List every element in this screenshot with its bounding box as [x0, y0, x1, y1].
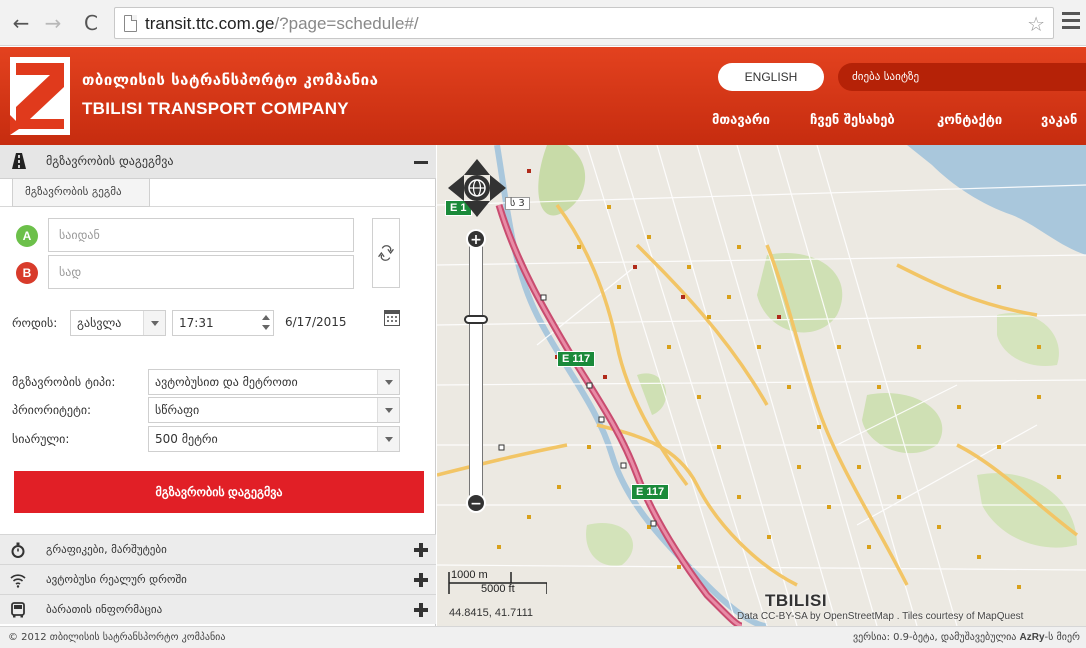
- origin-input[interactable]: საიდან: [48, 218, 354, 252]
- bookmark-star-icon[interactable]: ☆: [1027, 12, 1045, 36]
- chevron-down-icon: [143, 311, 165, 335]
- logo-mark-icon: [10, 57, 70, 135]
- destination-input[interactable]: სად: [48, 255, 354, 289]
- accordion-label: ბარათის ინფორმაცია: [46, 603, 163, 616]
- zoom-slider-handle[interactable]: [464, 315, 488, 324]
- address-bar[interactable]: transit.ttc.com.ge/?page=schedule#/ ☆: [114, 7, 1054, 39]
- swap-origin-destination-button[interactable]: [372, 218, 400, 288]
- nav-item-contact[interactable]: კონტაქტი: [937, 113, 1002, 128]
- accordion-label: ავტობუსი რეალურ დროში: [46, 573, 187, 586]
- developer-link[interactable]: AzRy: [1020, 632, 1045, 643]
- company-logo[interactable]: [10, 57, 70, 135]
- copyright-text: © 2012 თბილისის სატრანსპორტო კომპანია: [8, 632, 226, 643]
- trip-planner-title: მგზავრობის დაგეგმვა: [46, 154, 174, 168]
- plan-trip-button[interactable]: მგზავრობის დაგეგმვა: [14, 471, 424, 513]
- scale-feet-label: 5000 ft: [481, 583, 515, 595]
- cursor-coordinates: 44.8415, 41.7111: [449, 607, 534, 619]
- chevron-down-icon: [377, 370, 399, 394]
- accordion-card-info[interactable]: ბარათის ინფორმაცია: [0, 594, 436, 624]
- accordion-schedules-routes[interactable]: გრაფიკები, მარშუტები: [0, 534, 436, 564]
- nav-item-vacancies[interactable]: ვაკან: [1041, 113, 1077, 128]
- expand-plus-icon[interactable]: [414, 543, 428, 557]
- trip-planner-header[interactable]: მგზავრობის დაგეგმვა: [0, 145, 436, 179]
- accordion-realtime-bus[interactable]: ავტობუსი რეალურ დროში: [0, 564, 436, 594]
- zoom-out-button[interactable]: −: [466, 493, 486, 513]
- site-search-input[interactable]: ძიება საიტზე: [838, 63, 1086, 91]
- collapse-minus-icon[interactable]: [414, 161, 428, 164]
- brand-title-english: TBILISI TRANSPORT COMPANY: [82, 99, 349, 118]
- reload-icon[interactable]: C: [78, 10, 104, 36]
- trip-type-label: მგზავრობის ტიპი:: [12, 375, 116, 389]
- road-icon: [12, 153, 26, 169]
- zoom-in-button[interactable]: +: [466, 229, 486, 249]
- walking-distance-select[interactable]: 500 მეტრი: [148, 426, 400, 452]
- highway-shield-e117: E 117: [557, 351, 596, 367]
- hamburger-menu-icon[interactable]: [1062, 12, 1080, 30]
- site-header: თბილისის სატრანსპორტო კომპანია TBILISI T…: [0, 47, 1086, 145]
- calendar-icon[interactable]: [384, 310, 400, 326]
- route-number-label: ს 3: [505, 197, 530, 210]
- url-text[interactable]: transit.ttc.com.ge/?page=schedule#/: [145, 14, 419, 34]
- priority-label: პრიორიტეტი:: [12, 403, 92, 417]
- back-arrow-icon[interactable]: ←: [8, 10, 34, 36]
- english-language-button[interactable]: ENGLISH: [718, 63, 824, 91]
- time-stepper[interactable]: 17:31: [172, 310, 274, 336]
- brand-title-georgian: თბილისის სატრანსპორტო კომპანია: [82, 71, 379, 89]
- page-footer: © 2012 თბილისის სატრანსპორტო კომპანია ვე…: [0, 626, 1086, 648]
- destination-marker-icon: B: [16, 262, 38, 284]
- trip-planner-panel: მგზავრობის დაგეგმვა მგზავრობის გეგმა A ს…: [0, 145, 436, 626]
- wifi-icon: [10, 574, 26, 588]
- departure-mode-select[interactable]: გასვლა: [70, 310, 166, 336]
- map-attribution[interactable]: Data CC-BY-SA by OpenStreetMap . Tiles c…: [737, 611, 1023, 622]
- swap-arrows-icon: [378, 245, 394, 261]
- walking-distance-label: სიარული:: [12, 432, 70, 446]
- map-tiles[interactable]: [437, 145, 1086, 626]
- stopwatch-icon: [11, 542, 25, 558]
- trip-type-select[interactable]: ავტობუსით და მეტროთი: [148, 369, 400, 395]
- tab-trip-plan[interactable]: მგზავრობის გეგმა: [12, 179, 150, 207]
- city-label: TBILISI: [765, 591, 828, 610]
- map-pan-control[interactable]: [446, 157, 508, 219]
- origin-marker-icon: A: [16, 225, 38, 247]
- nav-item-home[interactable]: მთავარი: [712, 113, 770, 128]
- chevron-down-icon: [377, 398, 399, 422]
- expand-plus-icon[interactable]: [414, 603, 428, 617]
- highway-shield-e117: E 117: [631, 484, 670, 500]
- chevron-down-icon: [377, 427, 399, 451]
- browser-toolbar: ← → C transit.ttc.com.ge/?page=schedule#…: [0, 0, 1086, 46]
- page-icon: [124, 15, 137, 32]
- expand-plus-icon[interactable]: [414, 573, 428, 587]
- accordion-label: გრაფიკები, მარშუტები: [46, 543, 167, 556]
- date-field[interactable]: 6/17/2015: [281, 310, 379, 336]
- bus-icon: [11, 602, 25, 618]
- when-label: როდის:: [12, 316, 58, 330]
- zoom-slider[interactable]: [469, 229, 483, 505]
- scale-meters-label: 1000 m: [451, 569, 488, 581]
- transit-map[interactable]: E 117 E 117 E 1 ს 3 + − 1000 m 5000 ft 4…: [437, 145, 1086, 626]
- version-text: ვერსია: 0.9-ბეტა, დამუშავებულია AzRy-ს მ…: [852, 632, 1080, 643]
- nav-item-about[interactable]: ჩვენ შესახებ: [810, 113, 895, 128]
- forward-arrow-icon[interactable]: →: [40, 10, 66, 36]
- priority-select[interactable]: სწრაფი: [148, 397, 400, 423]
- spinner-arrows-icon[interactable]: [262, 314, 270, 332]
